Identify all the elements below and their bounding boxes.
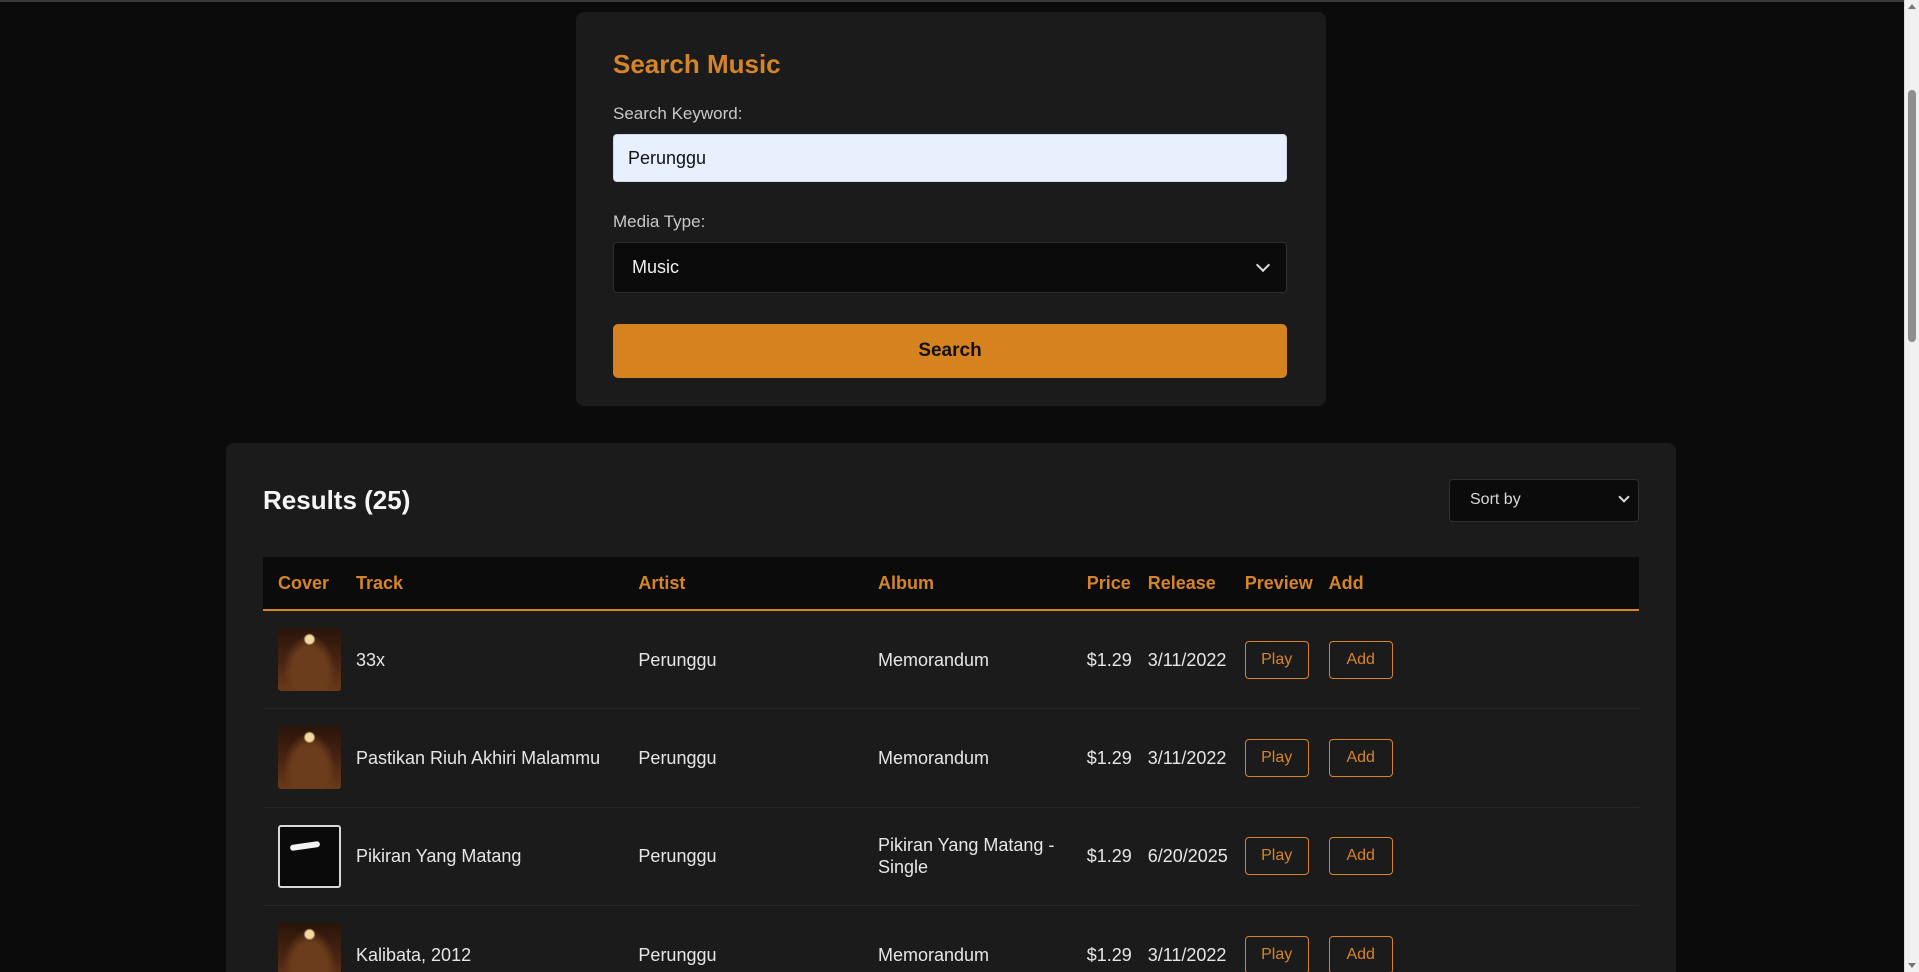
search-keyword-value: Perunggu [628, 147, 707, 168]
album-cover-image [278, 923, 341, 972]
album-name: Memorandum [862, 708, 1072, 808]
chevron-down-icon [1618, 491, 1630, 503]
play-button[interactable]: Play [1244, 837, 1309, 876]
add-button[interactable]: Add [1328, 935, 1393, 972]
col-header-add: Add [1328, 572, 1364, 593]
scrollbar-thumb[interactable] [1908, 90, 1916, 342]
album-cover-image [278, 824, 341, 888]
table-row: 33x Perunggu Memorandum $1.29 3/11/2022 … [263, 610, 1639, 709]
results-panel: Results (25) Sort by Cover Track Artist … [226, 443, 1676, 972]
track-name: Pastikan Riuh Akhiri Malammu [341, 708, 624, 808]
results-header: Results (25) Sort by [263, 443, 1639, 557]
media-type-select[interactable]: Music [613, 242, 1287, 293]
col-header-preview: Preview [1244, 572, 1313, 593]
track-price: $1.29 [1071, 905, 1133, 972]
play-button[interactable]: Play [1244, 935, 1309, 972]
track-price: $1.29 [1071, 807, 1133, 906]
col-header-price: Price [1086, 572, 1131, 593]
release-date: 3/11/2022 [1132, 708, 1230, 808]
album-name: Memorandum [862, 905, 1072, 972]
keyword-label: Search Keyword: [613, 104, 743, 123]
artist-name: Perunggu [623, 610, 863, 709]
search-keyword-input[interactable]: Perunggu [613, 134, 1287, 182]
add-button[interactable]: Add [1328, 640, 1393, 679]
artist-name: Perunggu [623, 708, 863, 808]
track-price: $1.29 [1071, 708, 1133, 808]
release-date: 6/20/2025 [1132, 807, 1230, 906]
release-date: 3/11/2022 [1132, 610, 1230, 709]
chevron-down-icon [1255, 257, 1271, 272]
track-name: Kalibata, 2012 [341, 905, 624, 972]
scroll-down-arrow-icon[interactable] [1908, 963, 1916, 968]
sort-value: Sort by [1470, 491, 1521, 508]
page-scrollbar[interactable] [1904, 0, 1919, 972]
play-button[interactable]: Play [1244, 640, 1309, 679]
album-cover-image [278, 726, 341, 790]
col-header-track: Track [356, 572, 404, 593]
album-cover-image [278, 628, 341, 691]
search-button[interactable]: Search [613, 324, 1287, 378]
table-row: Pastikan Riuh Akhiri Malammu Perunggu Me… [263, 708, 1639, 808]
add-button[interactable]: Add [1328, 738, 1393, 777]
album-name: Pikiran Yang Matang - Single [862, 807, 1072, 906]
search-title: Search Music [613, 49, 781, 79]
results-table: Cover Track Artist Album Price Release P… [263, 557, 1639, 972]
col-header-release: Release [1147, 572, 1216, 593]
album-name: Memorandum [862, 610, 1072, 709]
scroll-up-arrow-icon[interactable] [1908, 4, 1916, 9]
release-date: 3/11/2022 [1132, 905, 1230, 972]
media-type-value: Music [632, 257, 680, 277]
media-type-label: Media Type: [613, 212, 706, 231]
sort-select[interactable]: Sort by [1449, 478, 1639, 522]
search-panel: Search Music Search Keyword: Perunggu Me… [576, 12, 1326, 406]
results-title: Results (25) [263, 484, 411, 515]
track-name: 33x [341, 610, 624, 709]
col-header-album: Album [877, 572, 934, 593]
table-row: Pikiran Yang Matang Perunggu Pikiran Yan… [263, 807, 1639, 906]
table-row: Kalibata, 2012 Perunggu Memorandum $1.29… [263, 905, 1639, 972]
track-name: Pikiran Yang Matang [341, 807, 624, 906]
artist-name: Perunggu [623, 905, 863, 972]
col-header-cover: Cover [278, 572, 330, 593]
add-button[interactable]: Add [1328, 837, 1393, 876]
track-price: $1.29 [1071, 610, 1133, 709]
window-top-border [0, 0, 1919, 2]
col-header-artist: Artist [638, 572, 686, 593]
artist-name: Perunggu [623, 807, 863, 906]
play-button[interactable]: Play [1244, 738, 1309, 777]
table-header-row: Cover Track Artist Album Price Release P… [263, 557, 1639, 610]
